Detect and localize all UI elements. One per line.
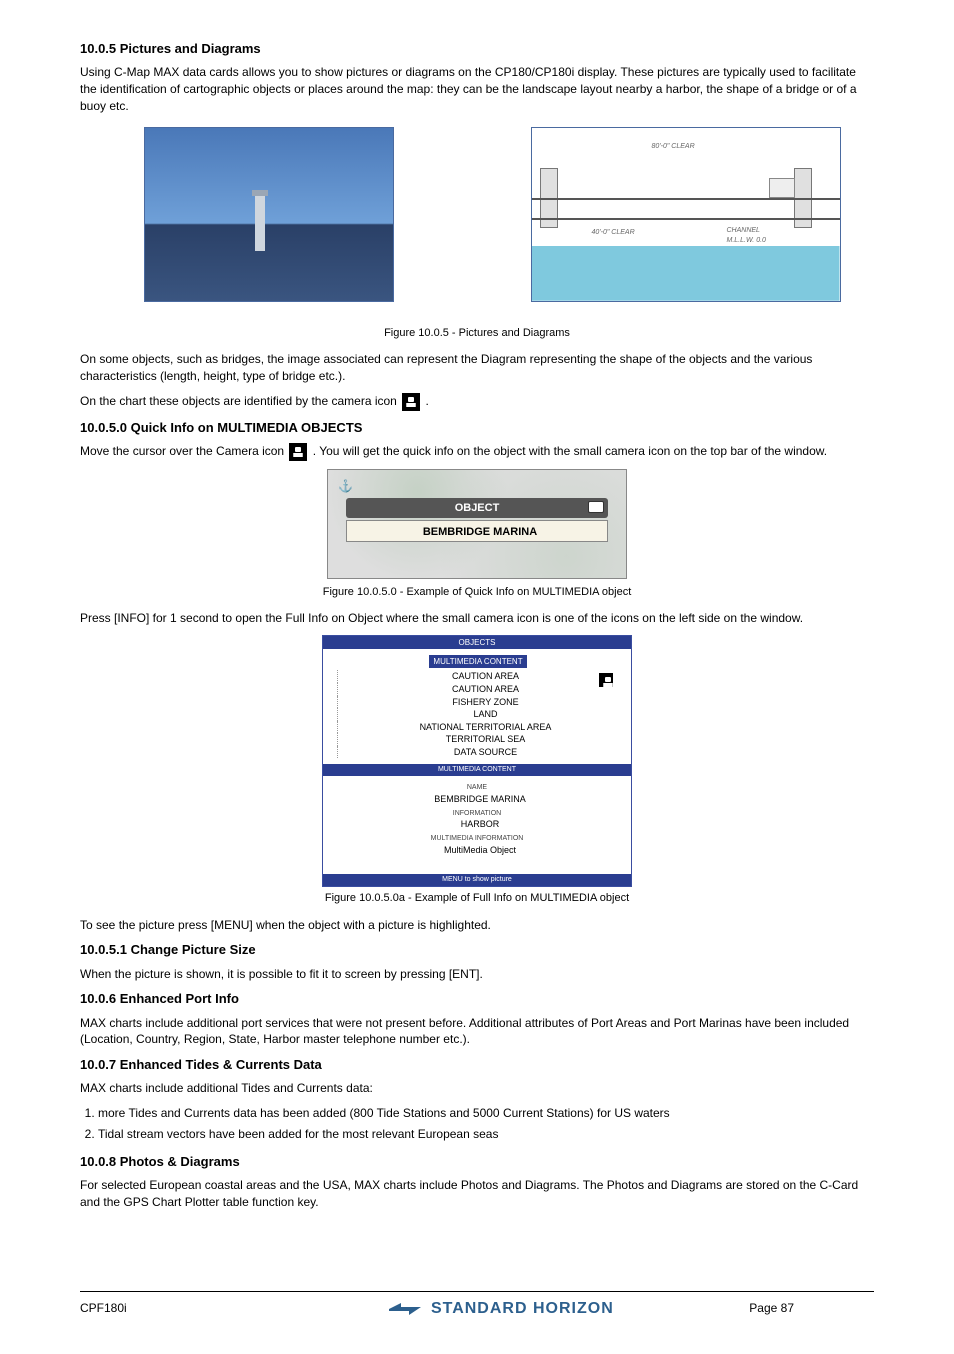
heading-photos-diagrams: 10.0.8 Photos & Diagrams (80, 1153, 874, 1171)
para-full-info: Press [INFO] for 1 second to open the Fu… (80, 610, 874, 627)
fullinfo-midbar: MULTIMEDIA CONTENT (323, 764, 631, 776)
fullinfo-name-value: BEMBRIDGE MARINA (331, 793, 623, 806)
tides-list: more Tides and Currents data has been ad… (80, 1105, 874, 1143)
para-pictures-intro: Using C-Map MAX data cards allows you to… (80, 64, 874, 114)
figure-row-1: 80'-0" CLEAR 40'-0" CLEAR CHANNEL M.L.L.… (80, 127, 874, 308)
page-footer: CPF180i STANDARD HORIZON Page 87 (80, 1291, 874, 1320)
list-item: Tidal stream vectors have been added for… (98, 1126, 874, 1143)
full-info-window: OBJECTS MULTIMEDIA CONTENT CAUTION AREA … (322, 635, 632, 887)
fullinfo-tag: MULTIMEDIA CONTENT (429, 655, 526, 668)
figure-caption-1: Figure 10.0.5 - Pictures and Diagrams (80, 326, 874, 341)
bridge-dim-mllw: M.L.L.W. 0.0 (727, 236, 766, 246)
tree-item: DATA SOURCE (337, 746, 623, 759)
tree-item: FISHERY ZONE (337, 696, 623, 709)
tree-item: NATIONAL TERRITORIAL AREA (337, 721, 623, 734)
bridge-house (769, 178, 795, 198)
figure-bridge-diagram: 80'-0" CLEAR 40'-0" CLEAR CHANNEL M.L.L.… (497, 127, 874, 308)
para-camera-icon: On the chart these objects are identifie… (80, 393, 874, 411)
para-port-info: MAX charts include additional port servi… (80, 1015, 874, 1049)
camera-icon-small-wrap (597, 673, 611, 687)
camera-icon (402, 393, 420, 411)
camera-icon (588, 501, 604, 513)
bridge-deck (532, 198, 840, 220)
heading-port-info: 10.0.6 Enhanced Port Info (80, 990, 874, 1008)
fullinfo-top-panel: MULTIMEDIA CONTENT CAUTION AREA CAUTION … (323, 649, 631, 764)
brand-logo-icon (387, 1301, 423, 1317)
para-steps-intro: To see the picture press [MENU] when the… (80, 917, 874, 934)
fullinfo-titlebar: OBJECTS (323, 636, 631, 649)
camera-icon (289, 443, 307, 461)
lighthouse-photo (144, 127, 394, 302)
para-photos-diagrams: For selected European coastal areas and … (80, 1177, 874, 1211)
para-change-picture: When the picture is shown, it is possibl… (80, 966, 874, 983)
bridge-dim-left: 40'-0" CLEAR (592, 228, 635, 238)
footer-brand-text: STANDARD HORIZON (431, 1298, 614, 1320)
tree-item: CAUTION AREA (337, 683, 623, 696)
heading-tides: 10.0.7 Enhanced Tides & Currents Data (80, 1056, 874, 1074)
fullinfo-info-value: HARBOR (331, 818, 623, 831)
figure-lighthouse (80, 127, 457, 308)
footer-model: CPF180i (80, 1300, 127, 1317)
camera-icon (599, 673, 613, 687)
fullinfo-footer: MENU to show picture (323, 874, 631, 886)
fullinfo-tree: CAUTION AREA CAUTION AREA FISHERY ZONE L… (333, 670, 623, 758)
para-tides-intro: MAX charts include additional Tides and … (80, 1080, 874, 1097)
figure-caption-3: Figure 10.0.5.0a - Example of Full Info … (80, 891, 874, 906)
tree-item: CAUTION AREA (337, 670, 623, 683)
anchor-icon: ⚓ (338, 478, 353, 495)
para-camera-icon-text: On the chart these objects are identifie… (80, 394, 397, 408)
fullinfo-name-label: NAME (331, 783, 623, 793)
fullinfo-info-label: INFORMATION (331, 809, 623, 819)
bridge-diagram: 80'-0" CLEAR 40'-0" CLEAR CHANNEL M.L.L.… (531, 127, 841, 302)
bridge-dim-top: 80'-0" CLEAR (652, 142, 695, 152)
quick-text-after: . You will get the quick info on the obj… (313, 444, 827, 458)
tree-item: TERRITORIAL SEA (337, 733, 623, 746)
popup-header: OBJECT (346, 498, 608, 518)
bridge-dim-channel: CHANNEL (727, 226, 760, 236)
object-popup: ⚓ OBJECT BEMBRIDGE MARINA (327, 469, 627, 579)
footer-brand: STANDARD HORIZON (387, 1298, 614, 1320)
figure-caption-2: Figure 10.0.5.0 - Example of Quick Info … (80, 585, 874, 600)
heading-pictures-diagrams: 10.0.5 Pictures and Diagrams (80, 40, 874, 58)
list-item: more Tides and Currents data has been ad… (98, 1105, 874, 1122)
quick-text-before: Move the cursor over the Camera icon (80, 444, 284, 458)
heading-change-picture: 10.0.5.1 Change Picture Size (80, 941, 874, 959)
lighthouse-shape (255, 196, 265, 251)
popup-object-name: BEMBRIDGE MARINA (346, 520, 608, 542)
para-quick-info: Move the cursor over the Camera icon . Y… (80, 443, 874, 461)
fullinfo-bottom-panel: NAME BEMBRIDGE MARINA INFORMATION HARBOR… (323, 776, 631, 874)
fullinfo-mm-value: MultiMedia Object (331, 844, 623, 857)
heading-quick-info: 10.0.5.0 Quick Info on MULTIMEDIA OBJECT… (80, 419, 874, 437)
bridge-water (532, 246, 840, 301)
fullinfo-mm-label: MULTIMEDIA INFORMATION (331, 834, 623, 844)
tree-item: LAND (337, 708, 623, 721)
para-bridge-diagram: On some objects, such as bridges, the im… (80, 351, 874, 385)
footer-page-number: Page 87 (749, 1300, 794, 1317)
